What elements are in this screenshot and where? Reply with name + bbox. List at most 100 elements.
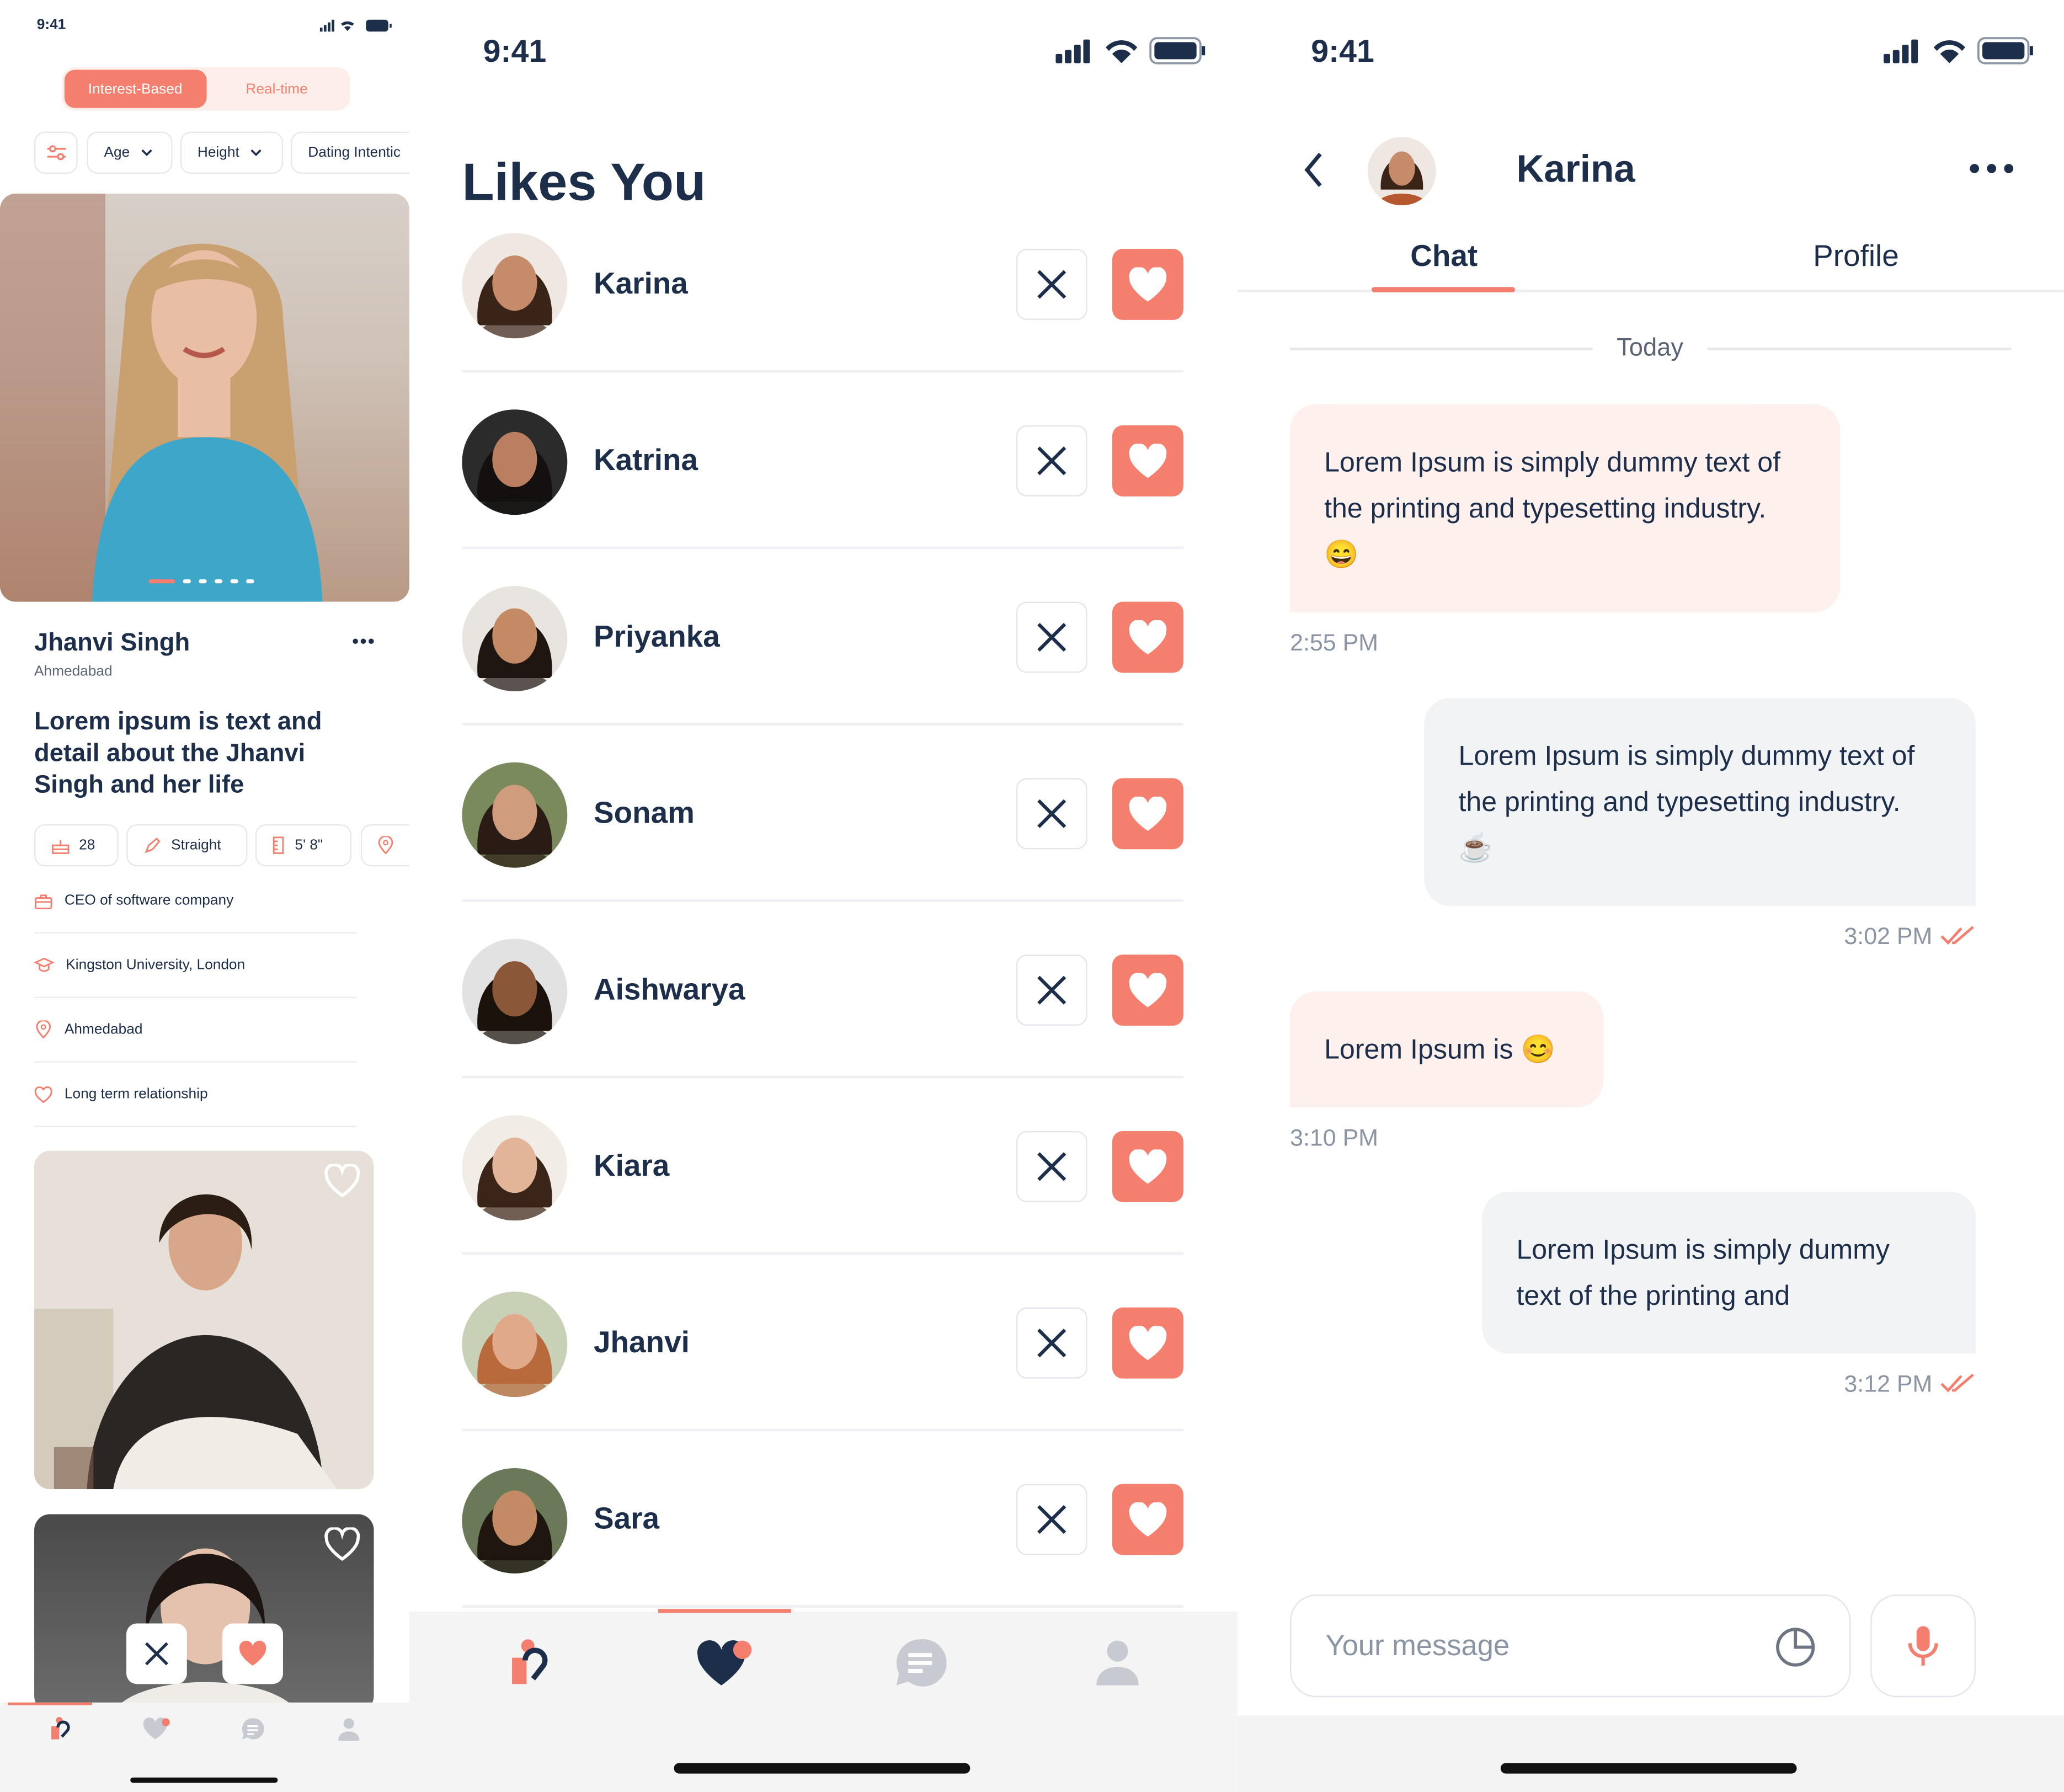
ruler-icon <box>273 836 284 854</box>
date-divider-line <box>1707 348 2012 350</box>
profile-city: Ahmedabad <box>34 663 113 680</box>
like-row[interactable]: Sonam <box>462 726 1183 902</box>
filter-settings-button[interactable] <box>34 131 78 174</box>
message-bubble-incoming[interactable]: Lorem Ipsum is simply dummy text of the … <box>1290 404 1841 612</box>
date-divider-line <box>1290 348 1593 350</box>
avatar[interactable] <box>462 1292 568 1398</box>
filter-age[interactable]: Age <box>87 131 173 174</box>
message-timestamp: 3:10 PM <box>1290 1124 1379 1151</box>
profile-main-photo[interactable] <box>0 193 409 602</box>
message-bubble-outgoing[interactable]: Lorem Ipsum is simply dummy text of the … <box>1424 697 1976 906</box>
nav-likes-icon[interactable] <box>142 1717 171 1741</box>
like-button[interactable] <box>1112 1307 1183 1379</box>
close-icon <box>145 1642 168 1666</box>
avatar[interactable] <box>462 762 568 868</box>
avatar[interactable] <box>462 1468 568 1574</box>
status-icons <box>1055 37 1206 66</box>
like-button[interactable] <box>222 1623 283 1684</box>
avatar[interactable] <box>462 1115 568 1221</box>
date-divider-label: Today <box>1617 334 1684 362</box>
profile-bio: Lorem ipsum is text and detail about the… <box>34 708 322 799</box>
like-name: Sara <box>593 1501 659 1535</box>
pass-button[interactable] <box>1016 1307 1087 1379</box>
nav-active-indicator <box>8 1702 93 1705</box>
carousel-dot <box>183 579 191 584</box>
message-timestamp: 3:02 PM <box>1844 922 1933 950</box>
pass-button[interactable] <box>1016 601 1087 673</box>
nav-likes-icon[interactable] <box>696 1638 754 1688</box>
cake-icon <box>52 839 70 854</box>
like-row[interactable]: Aishwarya <box>462 902 1183 1079</box>
tab-chat[interactable]: Chat <box>1372 238 1516 274</box>
more-options-icon[interactable] <box>1969 163 2014 174</box>
like-button[interactable] <box>1112 601 1183 673</box>
nav-discover-icon[interactable] <box>47 1716 71 1742</box>
pass-button[interactable] <box>1016 954 1087 1026</box>
filter-dating-intention[interactable]: Dating Intentic <box>291 131 416 174</box>
like-row[interactable]: Priyanka <box>462 549 1183 726</box>
like-button[interactable] <box>1112 778 1183 850</box>
nav-active-indicator <box>658 1609 791 1613</box>
status-time: 9:41 <box>36 17 66 33</box>
message-input-field[interactable]: Your message <box>1290 1594 1851 1698</box>
like-name: Aishwarya <box>593 972 745 1006</box>
detail-occupation: CEO of software company <box>34 869 357 934</box>
like-row[interactable]: Karina <box>462 196 1183 373</box>
tab-active-underline <box>1372 287 1516 292</box>
profile-photo-3[interactable] <box>34 1514 374 1712</box>
nav-discover-icon[interactable] <box>507 1638 549 1688</box>
message-bubble-incoming[interactable]: Lorem Ipsum is 😊 <box>1290 991 1603 1108</box>
segment-real-time[interactable]: Real-time <box>206 70 347 108</box>
pass-button[interactable] <box>1016 1484 1087 1555</box>
segment-interest-based[interactable]: Interest-Based <box>64 70 206 108</box>
pass-button[interactable] <box>1016 778 1087 850</box>
like-button[interactable] <box>1112 1131 1183 1202</box>
avatar[interactable] <box>462 938 568 1044</box>
voice-record-button[interactable] <box>1870 1594 1976 1698</box>
like-row[interactable]: Jhanvi <box>462 1255 1183 1432</box>
like-button[interactable] <box>1112 954 1183 1026</box>
nav-chat-icon[interactable] <box>239 1717 266 1741</box>
briefcase-icon <box>34 894 52 909</box>
profile-photo-2[interactable] <box>34 1150 374 1490</box>
pass-button[interactable] <box>1016 425 1087 497</box>
home-indicator <box>130 1777 278 1783</box>
filter-height[interactable]: Height <box>180 131 283 174</box>
sticker-icon[interactable] <box>1774 1626 1816 1668</box>
microphone-icon <box>1908 1626 1938 1666</box>
like-row[interactable]: Sara <box>462 1431 1183 1608</box>
heart-icon <box>1129 796 1167 830</box>
nav-chat-icon[interactable] <box>894 1638 947 1688</box>
more-options-icon[interactable] <box>351 637 375 645</box>
like-row[interactable]: Kiara <box>462 1079 1183 1255</box>
pass-button[interactable] <box>1016 1131 1087 1202</box>
like-button[interactable] <box>1112 1484 1183 1555</box>
nav-profile-icon[interactable] <box>1094 1638 1142 1686</box>
avatar[interactable] <box>462 233 568 339</box>
heart-icon <box>1129 1501 1167 1536</box>
like-button[interactable] <box>1112 425 1183 497</box>
app-mockup-canvas: 9:41 Interest-Based Real-time Age Height… <box>0 0 2064 1792</box>
tab-profile[interactable]: Profile <box>1784 238 1928 274</box>
nav-profile-icon[interactable] <box>337 1717 361 1741</box>
avatar[interactable] <box>462 409 568 515</box>
like-name: Jhanvi <box>593 1324 690 1359</box>
like-row[interactable]: Katrina <box>462 372 1183 550</box>
carousel-indicator <box>148 579 254 584</box>
like-button[interactable] <box>1112 249 1183 320</box>
contact-avatar[interactable] <box>1367 137 1436 206</box>
close-icon <box>1037 1152 1066 1181</box>
pencil-icon <box>145 837 161 853</box>
status-time: 9:41 <box>1311 34 1374 70</box>
back-arrow-icon[interactable] <box>1303 151 1324 188</box>
avatar[interactable] <box>462 585 568 691</box>
heart-icon <box>1129 1149 1167 1183</box>
close-icon <box>1037 446 1066 476</box>
pass-button[interactable] <box>1016 249 1087 320</box>
read-receipt-icon <box>1940 926 1974 945</box>
message-bubble-outgoing[interactable]: Lorem Ipsum is simply dummy text of the … <box>1482 1191 1976 1354</box>
carousel-dot <box>246 579 254 584</box>
location-pin-icon <box>378 836 393 855</box>
graduation-cap-icon <box>34 957 54 972</box>
pass-button[interactable] <box>126 1623 187 1684</box>
